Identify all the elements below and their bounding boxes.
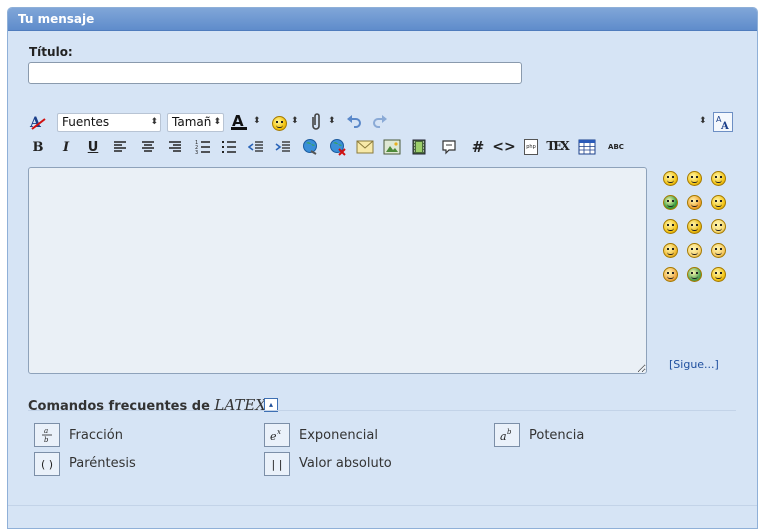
- smiley-icon[interactable]: [663, 267, 678, 282]
- more-smilies-link[interactable]: [Sigue...]: [669, 358, 719, 371]
- smiley-icon[interactable]: [711, 171, 726, 186]
- ordered-list-icon[interactable]: 123: [193, 137, 213, 157]
- chevron-up-down-icon[interactable]: ⬍: [328, 116, 336, 126]
- remove-format-icon[interactable]: A: [28, 112, 48, 132]
- hash-icon[interactable]: #: [468, 137, 488, 157]
- smiley-icon[interactable]: [687, 171, 702, 186]
- spellcheck-icon[interactable]: ABC: [604, 137, 628, 157]
- svg-text:x: x: [277, 428, 281, 436]
- divider: [28, 410, 736, 411]
- smiley-icon[interactable]: [711, 243, 726, 258]
- absolute-value-command-button[interactable]: | |: [264, 452, 290, 476]
- svg-text:3: 3: [195, 150, 198, 154]
- emoticon-icon[interactable]: [269, 113, 289, 133]
- insert-link-icon[interactable]: [301, 137, 321, 157]
- insert-image-icon[interactable]: [382, 137, 402, 157]
- italic-icon[interactable]: I: [56, 137, 76, 157]
- table-icon[interactable]: [577, 137, 597, 157]
- resize-icon[interactable]: ⬍: [699, 116, 707, 126]
- align-right-icon[interactable]: [165, 137, 185, 157]
- smiley-icon: [271, 115, 287, 131]
- smiley-icon[interactable]: [663, 171, 678, 186]
- insert-video-icon[interactable]: [409, 137, 429, 157]
- font-color-icon[interactable]: A: [229, 112, 249, 132]
- smiley-icon[interactable]: [687, 267, 702, 282]
- smiley-icon[interactable]: [663, 243, 678, 258]
- smiley-icon[interactable]: [687, 219, 702, 234]
- latex-logo: LATEX: [214, 396, 267, 414]
- php-icon-label: php: [524, 139, 538, 155]
- fraction-command-button[interactable]: ab: [34, 423, 60, 447]
- chevron-up-down-icon[interactable]: ⬍: [291, 116, 299, 126]
- chevron-up-down-icon: ⬍: [213, 117, 221, 127]
- redo-icon[interactable]: [370, 112, 390, 132]
- outdent-icon[interactable]: [246, 137, 266, 157]
- svg-text:b: b: [507, 428, 512, 436]
- tex-icon[interactable]: TEX: [546, 136, 569, 156]
- latex-commands-heading: Comandos frecuentes de LATEX: [28, 396, 266, 414]
- exponential-command-label[interactable]: Exponencial: [299, 428, 378, 443]
- font-family-select[interactable]: Fuentes ⬍: [57, 113, 161, 132]
- svg-text:b: b: [44, 436, 49, 444]
- title-input[interactable]: [28, 62, 522, 84]
- power-command-button[interactable]: ab: [494, 423, 520, 447]
- smiley-icon[interactable]: [711, 195, 726, 210]
- smiley-icon[interactable]: [687, 195, 702, 210]
- undo-icon[interactable]: [344, 112, 364, 132]
- chevron-up-down-icon[interactable]: ⬍: [253, 116, 261, 126]
- divider: [8, 505, 757, 506]
- message-editor[interactable]: [28, 167, 647, 374]
- bold-icon[interactable]: B: [28, 137, 48, 157]
- smiley-icon[interactable]: [663, 219, 678, 234]
- font-size-select-value: Tamañ: [172, 115, 212, 129]
- panel-header: Tu mensaje: [8, 8, 757, 31]
- parentheses-command-label[interactable]: Paréntesis: [69, 456, 136, 471]
- underline-icon[interactable]: U: [83, 137, 103, 157]
- svg-text:A: A: [720, 121, 729, 130]
- font-size-select[interactable]: Tamañ ⬍: [167, 113, 224, 132]
- svg-text:a: a: [500, 430, 507, 443]
- chevron-up-down-icon: ⬍: [150, 117, 158, 127]
- power-command-label[interactable]: Potencia: [529, 428, 584, 443]
- unordered-list-icon[interactable]: [219, 137, 239, 157]
- smiley-icon[interactable]: [711, 267, 726, 282]
- exponential-command-button[interactable]: ex: [264, 423, 290, 447]
- svg-text:e: e: [270, 430, 277, 443]
- svg-text:a: a: [44, 427, 48, 435]
- email-icon[interactable]: [355, 137, 375, 157]
- code-icon[interactable]: <>: [492, 137, 515, 157]
- quote-icon[interactable]: [439, 137, 459, 157]
- absolute-value-command-label[interactable]: Valor absoluto: [299, 456, 392, 471]
- smiley-icon[interactable]: [711, 219, 726, 234]
- font-family-select-value: Fuentes: [62, 115, 110, 129]
- fraction-command-label[interactable]: Fracción: [69, 428, 123, 443]
- smiley-icon[interactable]: [687, 243, 702, 258]
- align-left-icon[interactable]: [110, 137, 130, 157]
- align-center-icon[interactable]: [138, 137, 158, 157]
- smiley-icon[interactable]: [663, 195, 678, 210]
- php-icon[interactable]: php: [521, 137, 541, 157]
- parentheses-command-button[interactable]: ( ): [34, 452, 60, 476]
- message-panel: Tu mensaje Título: A Fuentes ⬍ Tamañ ⬍ A…: [7, 7, 758, 529]
- latex-heading-text: Comandos frecuentes de: [28, 399, 215, 414]
- title-label: Título:: [29, 45, 73, 59]
- attachment-icon[interactable]: [306, 112, 326, 132]
- indent-icon[interactable]: [273, 137, 293, 157]
- remove-link-icon[interactable]: [328, 137, 348, 157]
- toggle-editor-mode-icon[interactable]: AA: [713, 112, 733, 132]
